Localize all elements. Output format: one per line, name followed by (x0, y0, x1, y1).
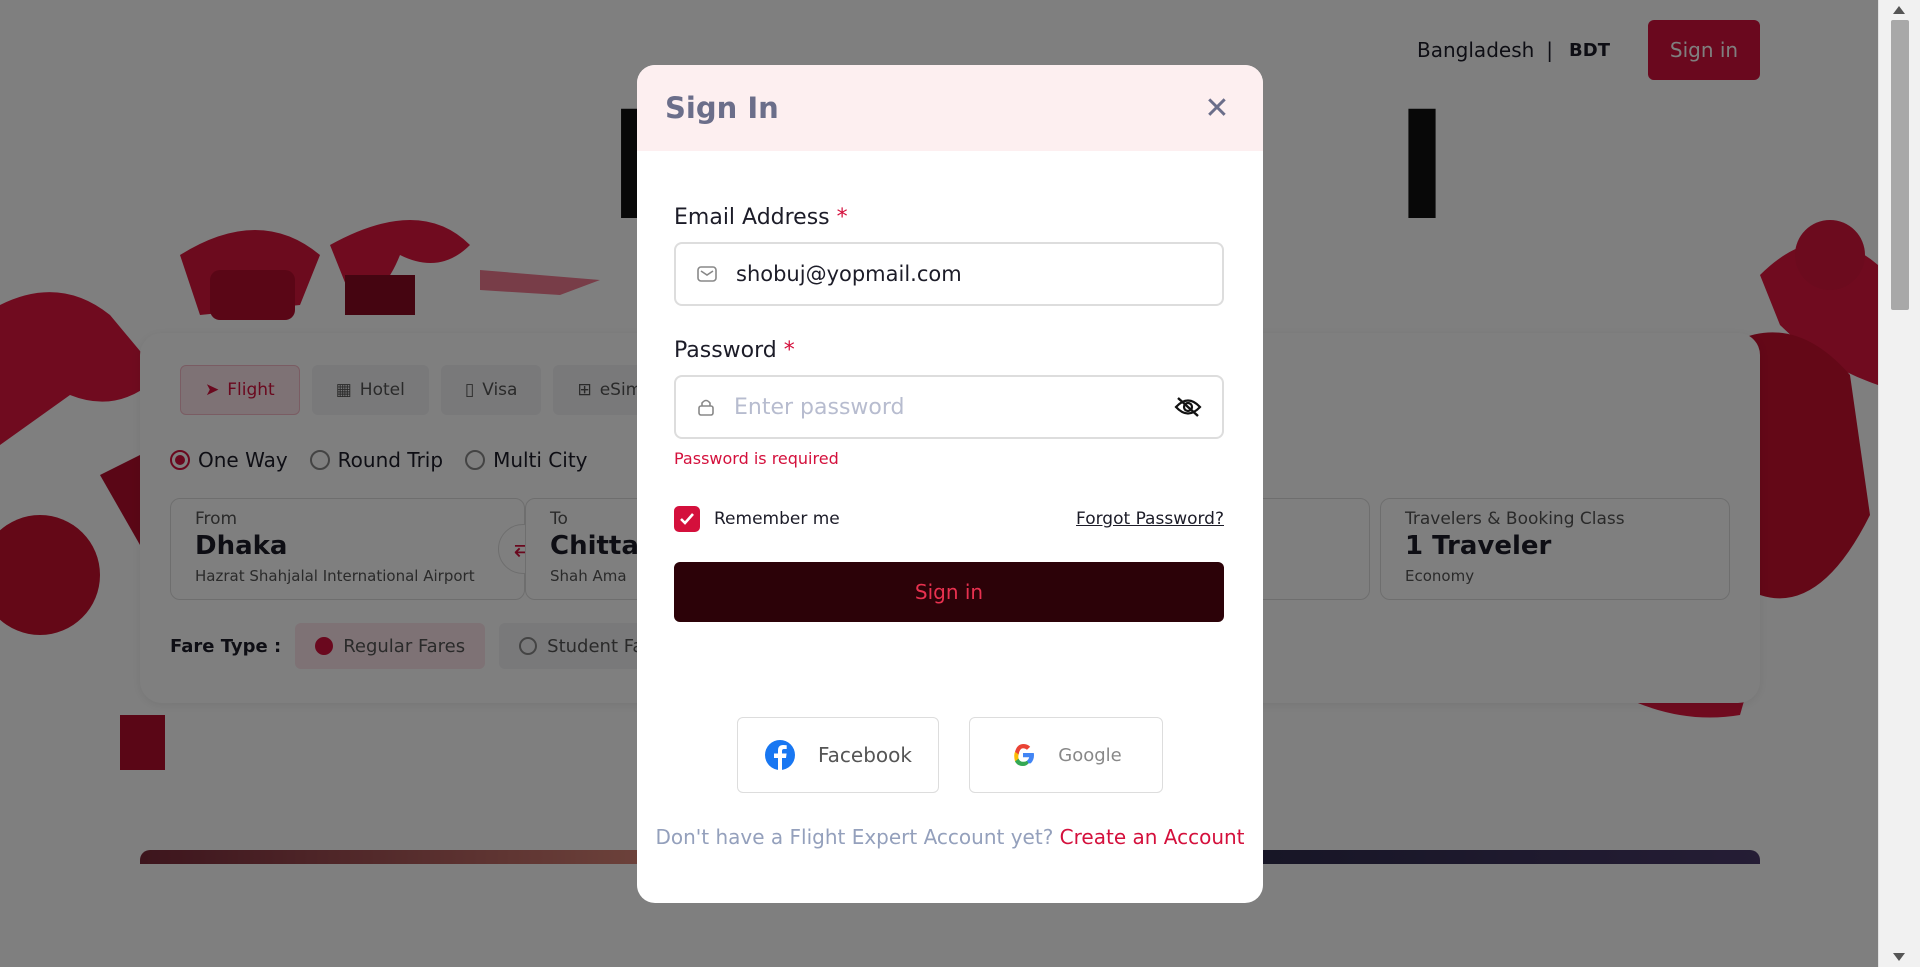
remember-me-control[interactable]: Remember me (674, 506, 840, 532)
facebook-login-button[interactable]: Facebook (737, 717, 939, 793)
signup-question: Don't have a Flight Expert Account yet? (655, 825, 1054, 849)
page-scrollbar[interactable] (1878, 0, 1920, 967)
signin-form: Email Address * shobuj@yopmail.com Passw… (674, 205, 1224, 622)
page: Bangladesh | BDT Sign in ▍ ▍ (0, 0, 1878, 967)
password-field[interactable]: Enter password (674, 375, 1224, 439)
remember-row: Remember me Forgot Password? (674, 506, 1224, 532)
create-account-link[interactable]: Create an Account (1060, 825, 1245, 849)
google-icon (1014, 744, 1035, 766)
remember-label: Remember me (714, 509, 840, 529)
remember-checkbox[interactable] (674, 506, 700, 532)
social-login: Facebook Google (737, 717, 1163, 793)
scroll-up-icon[interactable] (1893, 6, 1905, 14)
required-mark: * (836, 205, 848, 230)
envelope-icon (697, 266, 717, 282)
facebook-label: Facebook (818, 743, 912, 767)
facebook-icon (765, 740, 795, 770)
eye-off-icon[interactable] (1174, 396, 1202, 418)
password-label: Password * (674, 338, 1224, 363)
modal-title: Sign In (665, 91, 779, 125)
password-label-text: Password (674, 338, 777, 363)
lock-icon (698, 399, 714, 416)
email-label-text: Email Address (674, 205, 830, 230)
signin-submit-button[interactable]: Sign in (674, 562, 1224, 622)
required-mark: * (783, 338, 795, 363)
modal-header: Sign In ✕ (637, 65, 1263, 151)
signin-modal: Sign In ✕ Email Address * shobuj@yopmail… (637, 65, 1263, 903)
email-field[interactable]: shobuj@yopmail.com (674, 242, 1224, 306)
password-error: Password is required (674, 449, 839, 468)
scroll-down-icon[interactable] (1893, 953, 1905, 961)
password-input[interactable]: Enter password (734, 395, 1156, 420)
checkmark-icon (680, 513, 694, 525)
signup-prompt: Don't have a Flight Expert Account yet? … (637, 825, 1263, 849)
forgot-password-link[interactable]: Forgot Password? (1076, 509, 1224, 529)
google-login-button[interactable]: Google (969, 717, 1163, 793)
close-icon[interactable]: ✕ (1199, 90, 1235, 126)
scroll-thumb[interactable] (1891, 20, 1909, 310)
google-label: Google (1058, 744, 1122, 766)
email-label: Email Address * (674, 205, 1224, 230)
email-input[interactable]: shobuj@yopmail.com (736, 262, 1202, 286)
